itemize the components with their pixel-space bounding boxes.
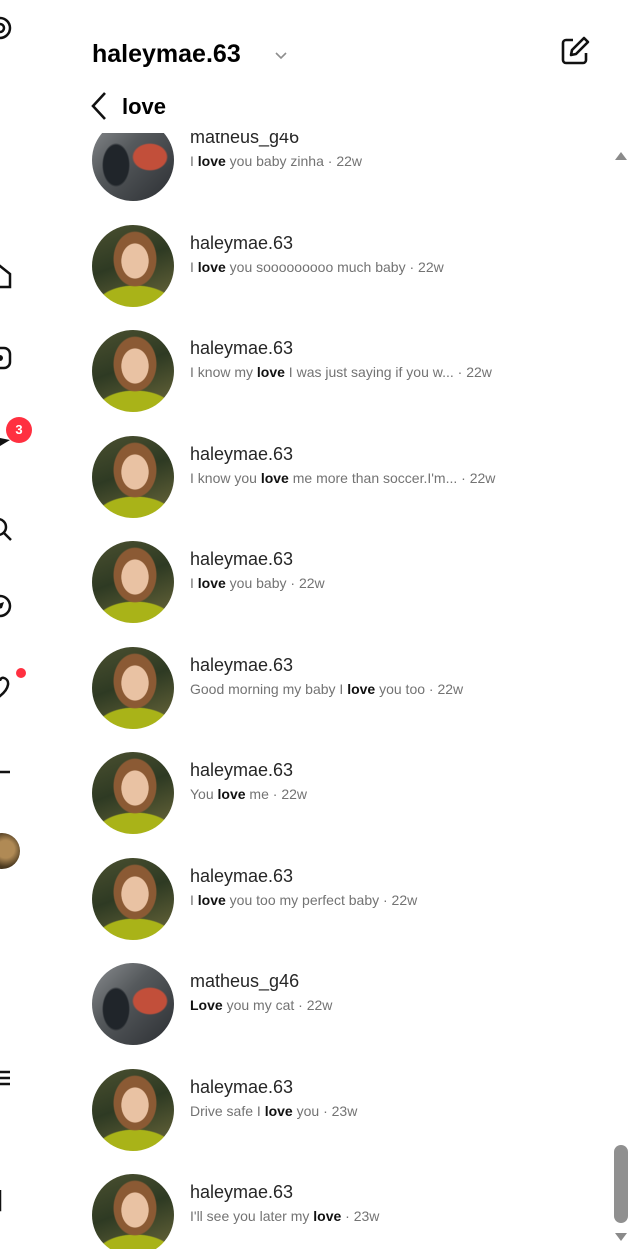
snippet-text: me more than soccer.I'm... — [288, 469, 458, 486]
message-snippet: I know you love me more than soccer.I'm.… — [190, 470, 495, 486]
snippet-text: I — [190, 891, 198, 908]
search-row: love — [84, 88, 484, 124]
sender-name: haleymae.63 — [190, 232, 294, 253]
timestamp: · 22w — [379, 891, 418, 908]
scroll-up-arrow[interactable] — [615, 152, 627, 160]
result-row[interactable]: haleymae.63 I love you too my perfect bab… — [0, 848, 612, 953]
timestamp: · 22w — [323, 153, 362, 169]
timestamp: · 22w — [294, 997, 333, 1013]
result-row[interactable]: haleymae.63 I love you sooooooooo much ba… — [0, 215, 612, 320]
result-row[interactable]: haleymae.63 Good morning my baby I love y… — [0, 637, 612, 742]
search-results-list: matheus_g46 I love you baby zinha · 22w ha… — [0, 133, 612, 1249]
snippet-text: you too my perfect baby — [225, 891, 380, 908]
timestamp: · 22w — [286, 575, 325, 591]
search-match: love — [197, 153, 226, 169]
sender-name: haleymae.63 — [190, 865, 294, 886]
snippet-text: I — [190, 258, 198, 275]
result-row[interactable]: haleymae.63 I'll see you later my love · … — [0, 1164, 612, 1249]
result-row[interactable]: haleymae.63 Drive safe I love you · 23w — [0, 1059, 612, 1164]
account-username[interactable]: haleymae.63 — [92, 40, 241, 69]
snippet-text: you my cat — [222, 997, 295, 1013]
snippet-text: you too — [375, 680, 426, 697]
snippet-text: you sooooooooo much baby — [225, 258, 406, 275]
avatar — [92, 541, 174, 623]
search-match: love — [313, 1208, 342, 1224]
search-match: love — [347, 680, 376, 697]
sender-name: haleymae.63 — [190, 338, 294, 358]
timestamp: · 22w — [405, 258, 444, 275]
snippet-text: I'll see you later my — [190, 1208, 314, 1224]
message-snippet: I know my love I was just saying if you … — [190, 364, 492, 380]
threads-icon[interactable] — [0, 14, 14, 42]
scroll-down-arrow[interactable] — [615, 1233, 627, 1241]
sender-name: matheus_g46 — [190, 971, 300, 991]
search-match: love — [256, 364, 285, 380]
message-snippet: I love you too my perfect baby · 22w — [190, 892, 417, 908]
avatar — [92, 1068, 174, 1151]
avatar — [92, 224, 174, 307]
snippet-text: I know my — [190, 364, 257, 380]
avatar — [92, 752, 174, 834]
message-snippet: I love you baby zinha · 22w — [190, 153, 362, 169]
sender-name: matheus_g46 — [190, 133, 300, 147]
sender-name: haleymae.63 — [190, 1182, 294, 1202]
result-row[interactable]: haleymae.63 I know you love me more than … — [0, 426, 612, 531]
search-query: love — [122, 94, 167, 119]
message-snippet: I love you sooooooooo much baby · 22w — [190, 259, 444, 275]
message-snippet: I love you baby · 22w — [190, 575, 325, 591]
snippet-text: Drive safe I — [190, 1102, 265, 1119]
result-row[interactable]: haleymae.63 I love you baby · 22w — [0, 531, 612, 636]
avatar — [92, 963, 174, 1045]
avatar — [92, 330, 174, 412]
result-row[interactable]: haleymae.63 You love me · 22w — [0, 742, 612, 847]
timestamp: · 22w — [425, 680, 464, 697]
snippet-text: you baby zinha — [225, 153, 324, 169]
snippet-text: I — [190, 575, 198, 591]
message-snippet: Love you my cat · 22w — [190, 997, 332, 1013]
snippet-text: You — [190, 786, 218, 802]
sender-name: haleymae.63 — [190, 654, 294, 675]
search-match: love — [264, 1102, 293, 1119]
snippet-text: I know you — [190, 469, 261, 486]
search-match: love — [260, 469, 289, 486]
snippet-text: Good morning my baby I — [190, 680, 348, 697]
search-match: love — [197, 891, 226, 908]
snippet-text: me — [245, 786, 269, 802]
messages-header: haleymae.63 — [92, 30, 612, 80]
message-snippet: Drive safe I love you · 23w — [190, 1103, 357, 1119]
search-match: love — [197, 575, 226, 591]
compose-icon[interactable] — [558, 34, 592, 68]
timestamp: · 22w — [457, 469, 496, 486]
snippet-text: you — [292, 1102, 320, 1119]
sender-name: haleymae.63 — [190, 1076, 294, 1097]
result-row[interactable]: haleymae.63 I know my love I was just say… — [0, 320, 612, 425]
message-snippet: Good morning my baby I love you too · 22… — [190, 681, 463, 697]
result-row[interactable]: matheus_g46 Love you my cat · 22w — [0, 953, 612, 1058]
avatar — [92, 1174, 174, 1249]
avatar — [92, 435, 174, 518]
search-match: love — [217, 786, 246, 802]
result-row[interactable]: matheus_g46 I love you baby zinha · 22w — [0, 133, 612, 214]
message-snippet: I'll see you later my love · 23w — [190, 1208, 379, 1224]
timestamp: · 22w — [453, 364, 492, 380]
scrollbar-thumb[interactable] — [614, 1145, 628, 1223]
snippet-text: I was just saying if you w... — [284, 364, 454, 380]
search-match: love — [197, 258, 226, 275]
avatar — [92, 646, 174, 729]
sender-name: haleymae.63 — [190, 443, 294, 464]
snippet-text: you baby — [225, 575, 287, 591]
search-match: Love — [190, 997, 223, 1013]
chevron-down-icon[interactable] — [272, 46, 290, 64]
message-snippet: You love me · 22w — [190, 786, 307, 802]
timestamp: · 23w — [319, 1102, 358, 1119]
timestamp: · 23w — [341, 1208, 380, 1224]
back-arrow-icon[interactable] — [88, 90, 110, 122]
avatar — [92, 857, 174, 940]
sender-name: haleymae.63 — [190, 760, 294, 780]
timestamp: · 22w — [268, 786, 307, 802]
sender-name: haleymae.63 — [190, 549, 294, 569]
snippet-text: I — [190, 153, 198, 169]
avatar — [92, 133, 174, 201]
